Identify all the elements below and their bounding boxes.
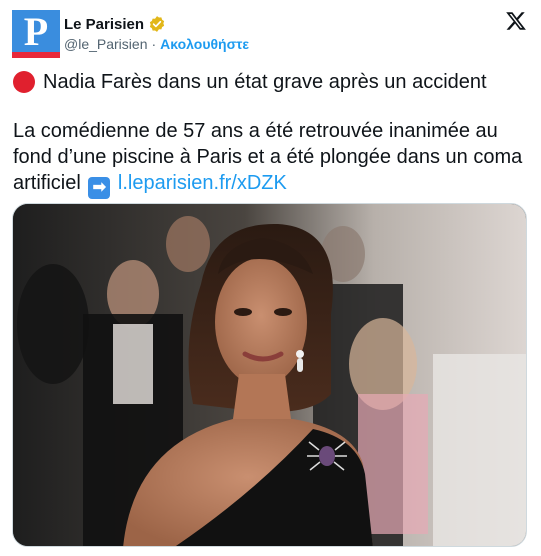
photo-illustration [13, 204, 526, 546]
right-arrow-icon: ➡ [88, 177, 111, 199]
avatar-red-bar [12, 52, 60, 58]
tweet-card: P Le Parisien @le_Parisien · Ακολουθήστε… [0, 0, 541, 556]
post-photo[interactable] [12, 203, 527, 547]
avatar[interactable]: P [12, 10, 60, 58]
name-row: Le Parisien [64, 14, 249, 34]
headline-text: Nadia Farès dans un état grave après un … [43, 71, 487, 93]
tweet-header: P Le Parisien @le_Parisien · Ακολουθήστε [12, 10, 531, 58]
verified-badge-icon [149, 16, 165, 32]
x-logo-icon[interactable] [505, 10, 527, 32]
separator-dot: · [151, 36, 157, 52]
article-link[interactable]: l.leparisien.fr/xDZK [118, 172, 287, 194]
red-circle-icon [13, 71, 35, 93]
account-handle[interactable]: @le_Parisien [64, 36, 147, 52]
account-info: Le Parisien @le_Parisien · Ακολουθήστε [64, 10, 249, 53]
post-headline: Nadia Farès dans un état grave après un … [13, 69, 528, 95]
follow-button[interactable]: Ακολουθήστε [160, 36, 249, 52]
account-name[interactable]: Le Parisien [64, 16, 144, 33]
post-body: La comédienne de 57 ans a été retrouvée … [13, 118, 528, 199]
handle-row: @le_Parisien · Ακολουθήστε [64, 36, 249, 52]
avatar-letter: P [23, 9, 49, 54]
